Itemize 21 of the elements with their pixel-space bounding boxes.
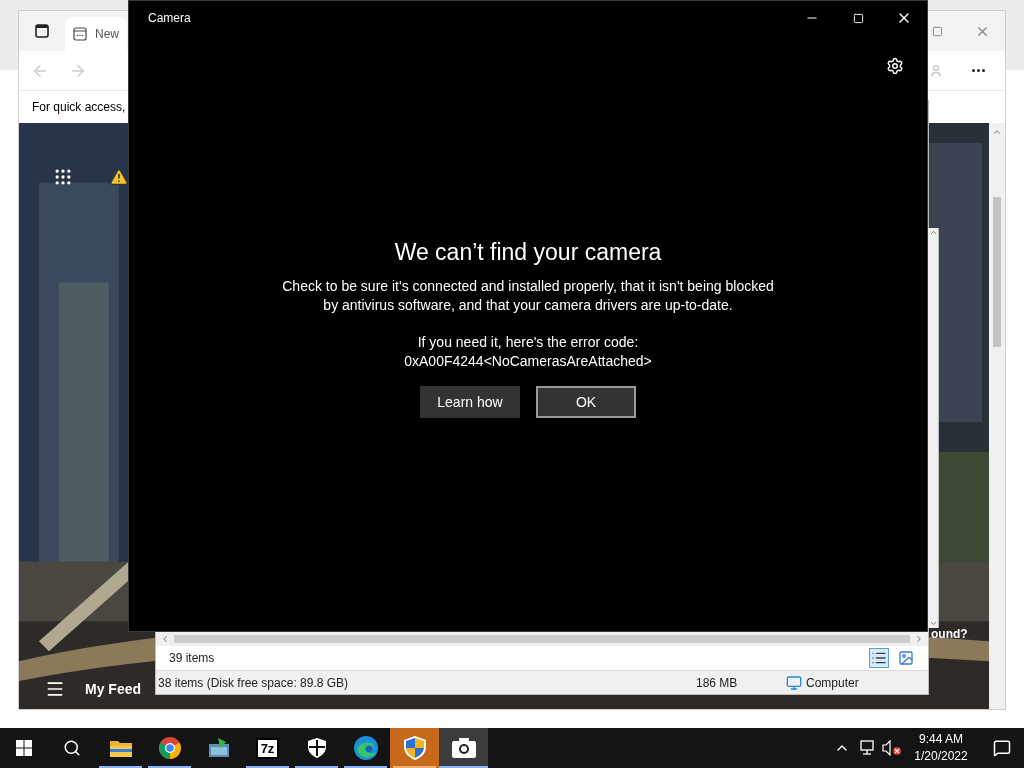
tab-title: New xyxy=(95,26,119,43)
browser-tab[interactable]: New xyxy=(65,17,127,51)
status-text: 38 items (Disk free space: 89.8 GB) xyxy=(157,674,350,692)
window-title: Camera xyxy=(148,10,192,27)
error-code-label: If you need it, here's the error code: xyxy=(417,333,639,352)
archiver-icon: 7z xyxy=(255,737,280,759)
error-code: 0xA00F4244<NoCamerasAreAttached> xyxy=(404,352,652,371)
status-size: 186 MB xyxy=(696,674,739,692)
clock[interactable]: 9:44 AM 1/20/2022 xyxy=(902,731,980,765)
feed-title: My Feed xyxy=(85,679,141,699)
status-location: Computer xyxy=(806,674,859,692)
ok-button[interactable]: OK xyxy=(536,386,636,418)
error-message: Check to be sure it's connected and installed properly, that it isn't being blocked by antivirus software, and that your camera drivers are up-to-date. xyxy=(281,277,775,315)
clock-date: 1/20/2022 xyxy=(914,748,968,765)
feed-text: ound? xyxy=(931,626,968,643)
item-count: 39 items xyxy=(169,650,216,667)
error-heading: We can’t find your camera xyxy=(394,238,662,267)
clock-time: 9:44 AM xyxy=(919,731,963,748)
favorites-hint: For quick access, xyxy=(32,99,126,116)
learn-how-button[interactable]: Learn how xyxy=(420,386,520,418)
taskbar-app[interactable]: 7z xyxy=(243,728,292,768)
